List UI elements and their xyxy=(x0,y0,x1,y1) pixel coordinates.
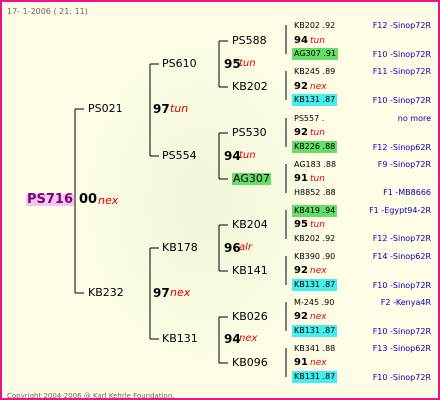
gen4-bottom-6: KB131 .87 xyxy=(292,325,338,337)
gen4-bottom-0: AG307 .91 xyxy=(292,48,339,60)
gen4-top-6: M-245 .90 xyxy=(294,298,335,307)
gen1-num-0: 97 xyxy=(153,102,170,116)
gen1-name-1: KB232 xyxy=(88,286,124,299)
gen4-origin-bottom-2: F12 -Sinop62R xyxy=(372,143,431,152)
gen2-name-3: KB131 xyxy=(162,332,198,345)
gen4-origin-top-3: F9 -Sinop72R xyxy=(377,160,431,169)
gen4-origin-top-7: F13 -Sinop62R xyxy=(372,344,431,353)
gen4-tag-5: nex xyxy=(310,266,327,276)
gen4-origin-bottom-6: F10 -Sinop72R xyxy=(372,327,431,336)
gen4-tag-0: tun xyxy=(310,36,325,46)
gen4-bottom-2: KB226 .88 xyxy=(292,141,338,153)
gen4-bottom-5: KB131 .87 xyxy=(292,279,338,291)
gen4-top-4: KB419 .94 xyxy=(292,205,338,217)
gen4-num-5: 92 xyxy=(294,265,308,276)
gen3-name-6: KB026 xyxy=(232,310,268,323)
gen4-origin-bottom-4: F12 -Sinop72R xyxy=(372,234,431,243)
root-num: 00 xyxy=(79,192,98,207)
gen3-name-5: KB141 xyxy=(232,264,268,277)
gen3-name-2: PS530 xyxy=(232,126,267,139)
gen2-name-2: KB178 xyxy=(162,241,198,254)
root-name: PS716 xyxy=(26,192,75,207)
gen2-tag-3: nex xyxy=(239,333,258,344)
gen3-name-7: KB096 xyxy=(232,356,268,369)
gen4-origin-top-5: F14 -Sinop62R xyxy=(372,252,431,261)
gen4-origin-bottom-1: F10 -Sinop72R xyxy=(372,96,431,105)
gen4-top-1: KB245 .89 xyxy=(294,67,336,76)
gen1-tag-1: nex xyxy=(170,286,191,299)
gen2-name-1: PS554 xyxy=(162,149,197,162)
gen4-num-3: 91 xyxy=(294,173,308,184)
gen4-top-7: KB341 .88 xyxy=(294,344,336,353)
gen4-origin-bottom-3: F1 -MB8666 xyxy=(383,188,431,197)
gen4-bottom-3: H8852 .88 xyxy=(294,188,336,197)
gen4-origin-bottom-5: F10 -Sinop72R xyxy=(372,281,431,290)
gen4-top-2: PS557 . xyxy=(294,114,325,123)
gen4-tag-7: nex xyxy=(310,358,327,368)
gen4-origin-top-4: F1 -Egypt94-2R xyxy=(369,206,431,215)
gen4-top-0: KB202 .92 xyxy=(294,21,336,30)
gen1-name-0: PS021 xyxy=(88,102,123,115)
gen4-top-5: KB390 .90 xyxy=(294,252,336,261)
gen4-num-2: 92 xyxy=(294,127,308,138)
gen4-num-1: 92 xyxy=(294,81,308,92)
gen2-tag-2: alr xyxy=(239,242,253,253)
gen4-bottom-7: KB131 .87 xyxy=(292,371,338,383)
gen2-tag-1: tun xyxy=(239,150,256,161)
gen4-origin-top-6: F2 -Kenya4R xyxy=(380,298,431,307)
gen4-bottom-1: KB131 .87 xyxy=(292,94,338,106)
gen4-tag-1: nex xyxy=(310,82,327,92)
root-tag: nex xyxy=(98,194,119,207)
gen4-origin-bottom-7: F10 -Sinop72R xyxy=(372,373,431,382)
gen3-name-0: PS588 xyxy=(232,34,267,47)
gen4-bottom-4: KB202 .92 xyxy=(294,234,336,243)
gen4-origin-top-0: F12 -Sinop72R xyxy=(372,21,431,30)
gen2-name-0: PS610 xyxy=(162,57,197,70)
gen4-tag-3: tun xyxy=(310,174,325,184)
gen4-num-7: 91 xyxy=(294,357,308,368)
gen4-tag-4: tun xyxy=(310,220,325,230)
gen4-origin-top-1: F11 -Sinop72R xyxy=(372,67,431,76)
gen4-origin-bottom-0: F10 -Sinop72R xyxy=(372,50,431,59)
gen4-tag-6: nex xyxy=(310,312,327,322)
gen3-name-3: AG307 xyxy=(232,172,271,185)
gen1-num-1: 97 xyxy=(153,286,170,300)
gen4-num-6: 92 xyxy=(294,311,308,322)
pedigree-chart: 17- 1-2006 ( 21: 11) Copyright 2004-2006… xyxy=(0,0,440,400)
gen4-num-0: 94 xyxy=(294,35,308,46)
gen4-tag-2: tun xyxy=(310,128,325,138)
gen3-name-1: KB202 xyxy=(232,80,268,93)
gen4-top-3: AG183 .88 xyxy=(294,160,337,169)
gen2-tag-0: tun xyxy=(239,58,256,69)
gen3-name-4: KB204 xyxy=(232,218,268,231)
gen4-origin-top-2: no more xyxy=(397,114,431,123)
gen4-num-4: 95 xyxy=(294,219,308,230)
gen1-tag-0: tun xyxy=(170,102,189,115)
